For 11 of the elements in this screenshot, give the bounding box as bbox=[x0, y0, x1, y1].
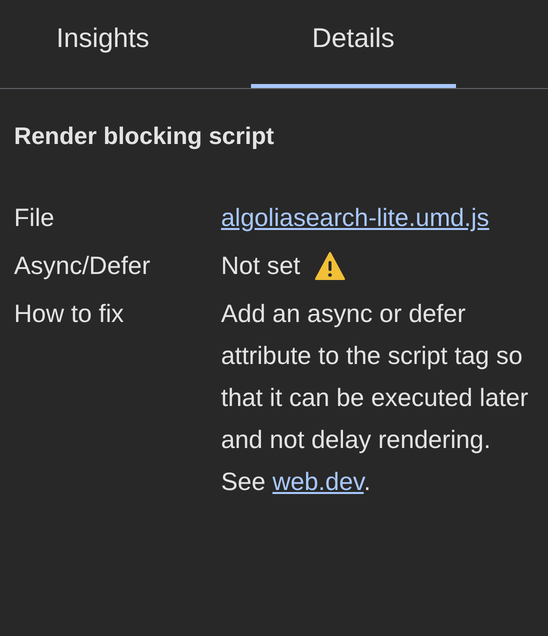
file-link[interactable]: algoliasearch-lite.umd.js bbox=[221, 204, 490, 232]
fix-description: Add an async or defer attribute to the script tag so that it can be executed later and not delay rendering. See web.dev. bbox=[221, 299, 530, 498]
row-label: Async/Defer bbox=[14, 251, 152, 282]
warning-icon bbox=[314, 251, 346, 281]
web-dev-link[interactable]: web.dev bbox=[272, 468, 364, 496]
row-value: Not set bbox=[221, 251, 300, 282]
tab[interactable]: Details bbox=[250, 0, 456, 88]
row-label: File bbox=[14, 203, 56, 234]
tab[interactable]: Insights bbox=[0, 0, 206, 88]
section-title: Render blocking script bbox=[14, 122, 276, 152]
row-label: How to fix bbox=[14, 299, 125, 330]
